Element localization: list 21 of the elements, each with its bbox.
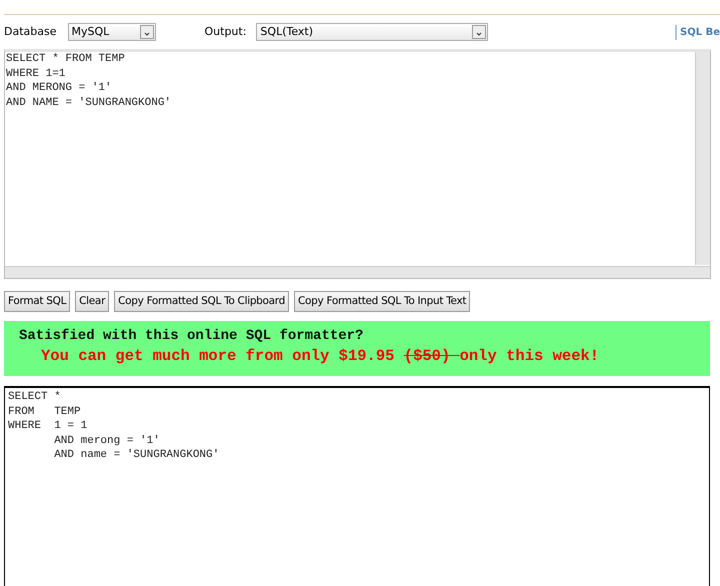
sql-link[interactable]: SQL Be — [675, 24, 720, 40]
horizontal-scrollbar[interactable] — [5, 266, 710, 278]
vertical-scrollbar[interactable] — [695, 52, 710, 265]
toolbar-button[interactable]: Copy Formatted SQL To Clipboard — [114, 291, 290, 312]
sql-input-field[interactable]: SELECT * FROM TEMP WHERE 1=1 AND MERONG = '1' AND NAME = 'SUNGRANGKONG' — [4, 49, 711, 279]
toolbar-button[interactable]: Clear — [75, 291, 110, 312]
database-select[interactable]: MySQL — [68, 23, 156, 41]
caret-icon — [140, 25, 154, 39]
code-line: AND name = 'SUNGRANGKONG' — [53, 448, 220, 462]
toolbar-button[interactable]: Copy Formatted SQL To Input Text — [294, 291, 470, 312]
output-select[interactable]: SQL(Text) — [256, 23, 488, 41]
promo-headline: Satisfied with this online SQL formatter? — [19, 327, 364, 345]
toolbar-button[interactable]: Format SQL — [4, 291, 70, 312]
code-line: AND merong = '1' — [53, 434, 161, 448]
code-line: FROM TEMP — [8, 404, 82, 419]
database-label: Database — [4, 24, 56, 40]
promo-offer: You can get much more from only $19.95 ($50) only this week! — [40, 346, 600, 367]
code-line: SELECT * — [8, 390, 62, 404]
caret-icon — [472, 25, 486, 39]
code-line: WHERE 1 = 1 — [8, 419, 88, 434]
output-label: Output: — [204, 24, 246, 40]
